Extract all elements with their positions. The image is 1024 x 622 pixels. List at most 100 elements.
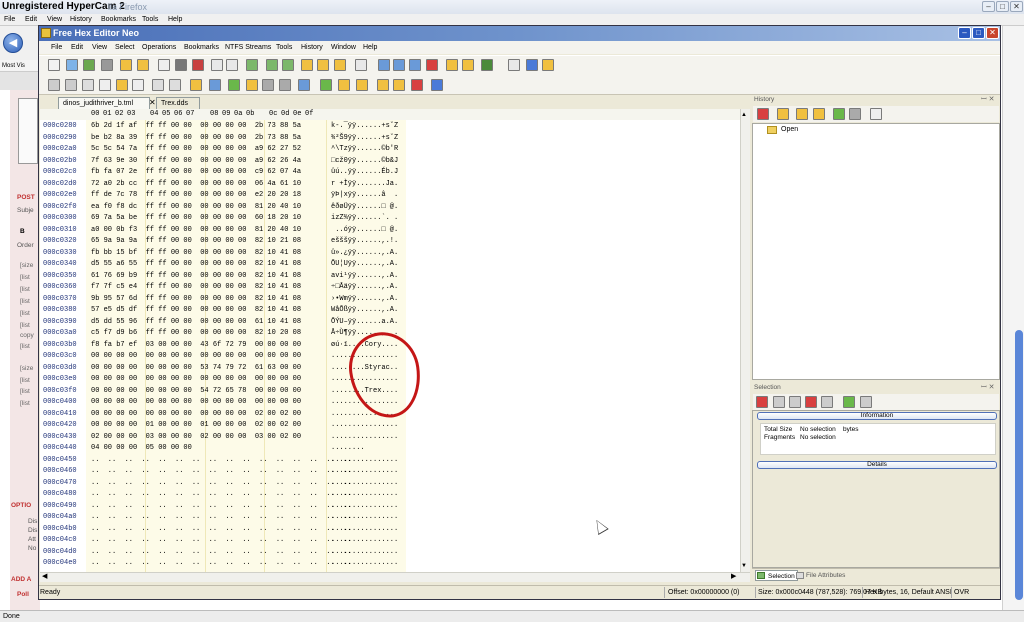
hex-row-bytes[interactable]: 5c 5c 54 7a ff ff 00 00 00 00 00 00 a9 6…: [91, 144, 301, 156]
hex-row[interactable]: 000c0470 .. .. .. .. .. .. .. .. .. .. ..…: [40, 478, 740, 490]
details-section-header[interactable]: Details: [757, 461, 997, 469]
toolbar-button-icon[interactable]: [481, 59, 493, 71]
menu-help[interactable]: Help: [363, 43, 377, 53]
hex-row[interactable]: 000c02e0 ff de 7c 78 ff ff 00 00 00 00 00…: [40, 190, 740, 202]
menu-view[interactable]: View: [92, 43, 107, 53]
firefox-maximize-button[interactable]: □: [996, 1, 1009, 12]
hex-row[interactable]: 000c0340 d5 55 a6 55 ff ff 00 00 00 00 00…: [40, 259, 740, 271]
hex-row[interactable]: 000c0290 be b2 8a 39 ff ff 00 00 00 00 00…: [40, 133, 740, 145]
hex-row-text[interactable]: û».¿ÿÿ......,.A.: [331, 248, 398, 260]
toolbar-button-icon[interactable]: [48, 59, 60, 71]
hex-row-bytes[interactable]: 00 00 00 00 01 00 00 00 01 00 00 00 02 0…: [91, 420, 301, 432]
hex-row[interactable]: 000c0390 d5 dd 55 96 ff ff 00 00 00 00 00…: [40, 317, 740, 329]
hex-row-text[interactable]: ešššÿÿ......,.!.: [331, 236, 398, 248]
toolbar-button-icon[interactable]: [192, 59, 204, 71]
hex-row[interactable]: 000c02f0 ea f0 f8 dc ff ff 00 00 00 00 00…: [40, 202, 740, 214]
hex-row-bytes[interactable]: .. .. .. .. .. .. .. .. .. .. .. .. .. .…: [91, 512, 351, 524]
hex-row[interactable]: 000c0280 6b 2d 1f af ff ff 00 00 00 00 00…: [40, 121, 740, 133]
hex-row-bytes[interactable]: .. .. .. .. .. .. .. .. .. .. .. .. .. .…: [91, 524, 351, 536]
toolbar-button-icon[interactable]: [152, 79, 164, 91]
hex-row-bytes[interactable]: fb bb 15 bf ff ff 00 00 00 00 00 00 82 1…: [91, 248, 301, 260]
bookmark-most-visited[interactable]: Most Vis: [0, 60, 40, 72]
toolbar-button-icon[interactable]: [355, 59, 367, 71]
toolbar-button-icon[interactable]: [282, 59, 294, 71]
hex-row[interactable]: 000c04e0 .. .. .. .. .. .. .. .. .. .. ..…: [40, 558, 740, 570]
hex-row-bytes[interactable]: ea f0 f8 dc ff ff 00 00 00 00 00 00 81 2…: [91, 202, 301, 214]
toolbar-button-icon[interactable]: [279, 79, 291, 91]
hex-row-bytes[interactable]: 61 76 69 b9 ff ff 00 00 00 00 00 00 82 1…: [91, 271, 301, 283]
hex-row[interactable]: 000c0370 9b 95 57 6d ff ff 00 00 00 00 00…: [40, 294, 740, 306]
firefox-menu-help[interactable]: Help: [168, 15, 182, 25]
toolbar-button-icon[interactable]: [378, 59, 390, 71]
hex-row[interactable]: 000c0440 04 00 00 00 05 00 00 00........: [40, 443, 740, 455]
toolbar-button-icon[interactable]: [266, 59, 278, 71]
hex-row-bytes[interactable]: .. .. .. .. .. .. .. .. .. .. .. .. .. .…: [91, 455, 351, 467]
hex-row-bytes[interactable]: .. .. .. .. .. .. .. .. .. .. .. .. .. .…: [91, 547, 351, 559]
hex-row-bytes[interactable]: d5 dd 55 96 ff ff 00 00 00 00 00 00 61 1…: [91, 317, 301, 329]
hex-row-bytes[interactable]: a0 00 0b f3 ff ff 00 00 00 00 00 00 81 2…: [91, 225, 301, 237]
hex-row[interactable]: 000c0420 00 00 00 00 01 00 00 00 01 00 00…: [40, 420, 740, 432]
toolbar-button-icon[interactable]: [409, 59, 421, 71]
hex-row[interactable]: 000c04d0 .. .. .. .. .. .. .. .. .. .. ..…: [40, 547, 740, 559]
hex-row[interactable]: 000c0430 02 00 00 00 03 00 00 00 02 00 00…: [40, 432, 740, 444]
hex-row-text[interactable]: ÕU¦Uÿÿ......,.A.: [331, 259, 398, 271]
menu-ntfs-streams[interactable]: NTFS Streams: [225, 43, 271, 53]
hex-row-bytes[interactable]: 00 00 00 00 00 00 00 00 00 00 00 00 02 0…: [91, 409, 301, 421]
toolbar-button-icon[interactable]: [301, 59, 313, 71]
scroll-down-icon[interactable]: ▼: [741, 563, 747, 569]
toolbar-button-icon[interactable]: [393, 79, 405, 91]
tab-close-icon[interactable]: ✕: [149, 98, 156, 108]
hex-row[interactable]: 000c0360 f7 7f c5 e4 ff ff 00 00 00 00 00…: [40, 282, 740, 294]
toolbar-button-icon[interactable]: [508, 59, 520, 71]
selection-toolbar-button-icon[interactable]: [756, 396, 768, 408]
menu-operations[interactable]: Operations: [142, 43, 176, 53]
menu-file[interactable]: File: [51, 43, 62, 53]
hex-row-text[interactable]: ................: [331, 558, 398, 570]
hex-row[interactable]: 000c02b0 7f 63 9e 30 ff ff 00 00 00 00 00…: [40, 156, 740, 168]
toolbar-button-icon[interactable]: [137, 59, 149, 71]
hex-row-bytes[interactable]: be b2 8a 39 ff ff 00 00 00 00 00 00 2b 7…: [91, 133, 301, 145]
toolbar-button-icon[interactable]: [82, 79, 94, 91]
toolbar-button-icon[interactable]: [190, 79, 202, 91]
toolbar-button-icon[interactable]: [526, 59, 538, 71]
hex-row-text[interactable]: ÷□Åäÿÿ......,.A.: [331, 282, 398, 294]
hex-row-bytes[interactable]: .. .. .. .. .. .. .. .. .. .. .. .. .. .…: [91, 478, 351, 490]
hex-row-text[interactable]: ÕÝU–ÿÿ......a.A.: [331, 317, 398, 329]
selection-toolbar-button-icon[interactable]: [805, 396, 817, 408]
hex-row-text[interactable]: ................: [331, 535, 398, 547]
selection-toolbar-button-icon[interactable]: [789, 396, 801, 408]
toolbar-button-icon[interactable]: [262, 79, 274, 91]
close-button[interactable]: ✕: [986, 27, 999, 39]
history-toolbar-button-icon[interactable]: [870, 108, 882, 120]
selection-toolbar-button-icon[interactable]: [821, 396, 833, 408]
hex-vertical-scrollbar[interactable]: [740, 109, 750, 572]
toolbar-button-icon[interactable]: [158, 59, 170, 71]
toolbar-button-icon[interactable]: [393, 59, 405, 71]
hex-row-text[interactable]: ................: [331, 489, 398, 501]
history-item-open[interactable]: Open: [781, 125, 798, 135]
history-toolbar-button-icon[interactable]: [757, 108, 769, 120]
hex-row-bytes[interactable]: fb fa 07 2e ff ff 00 00 00 00 00 00 c9 6…: [91, 167, 301, 179]
hex-row-bytes[interactable]: 00 00 00 00 00 00 00 00 00 00 00 00 00 0…: [91, 351, 301, 363]
tab-trex-dds[interactable]: Trex.dds: [156, 97, 200, 109]
toolbar-button-icon[interactable]: [226, 59, 238, 71]
hex-row-text[interactable]: ûú..ÿÿ......Éb.J: [331, 167, 398, 179]
hex-row-bytes[interactable]: 00 00 00 00 00 00 00 00 53 74 79 72 61 6…: [91, 363, 301, 375]
toolbar-button-icon[interactable]: [446, 59, 458, 71]
hex-row[interactable]: 000c0320 65 9a 9a 9a ff ff 00 00 00 00 00…: [40, 236, 740, 248]
history-toolbar-button-icon[interactable]: [813, 108, 825, 120]
hex-row-text[interactable]: ........: [331, 443, 365, 455]
hex-row-text[interactable]: ................: [331, 501, 398, 513]
selection-toolbar-button-icon[interactable]: [860, 396, 872, 408]
hex-row[interactable]: 000c0310 a0 00 0b f3 ff ff 00 00 00 00 00…: [40, 225, 740, 237]
firefox-menu-history[interactable]: History: [70, 15, 92, 25]
hex-row-bytes[interactable]: 6b 2d 1f af ff ff 00 00 00 00 00 00 2b 7…: [91, 121, 301, 133]
hex-row-bytes[interactable]: .. .. .. .. .. .. .. .. .. .. .. .. .. .…: [91, 535, 351, 547]
hex-row-bytes[interactable]: 9b 95 57 6d ff ff 00 00 00 00 00 00 82 1…: [91, 294, 301, 306]
toolbar-button-icon[interactable]: [65, 79, 77, 91]
toolbar-button-icon[interactable]: [542, 59, 554, 71]
toolbar-button-icon[interactable]: [83, 59, 95, 71]
toolbar-button-icon[interactable]: [99, 79, 111, 91]
hex-row-text[interactable]: ›•Wmÿÿ......,.A.: [331, 294, 398, 306]
firefox-close-button[interactable]: ✕: [1010, 1, 1023, 12]
